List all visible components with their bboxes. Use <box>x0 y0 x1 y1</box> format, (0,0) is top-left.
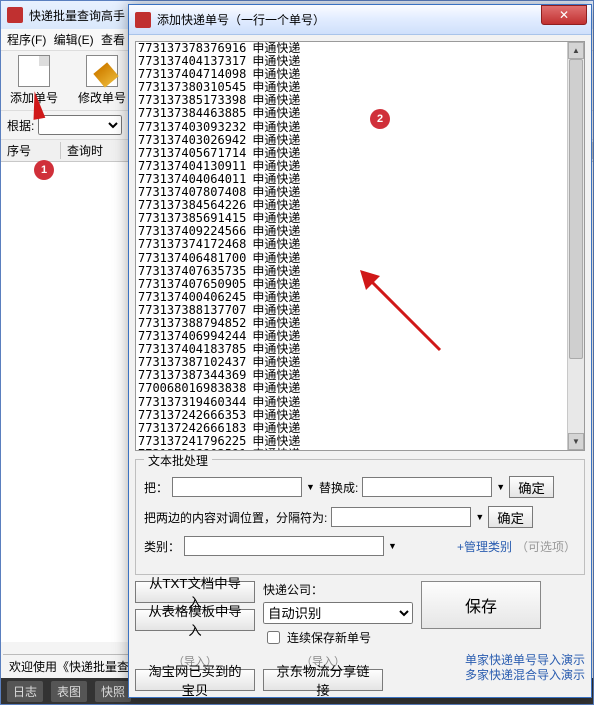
replace-from-input[interactable] <box>172 477 302 497</box>
chevron-down-icon[interactable]: ▼ <box>496 482 505 492</box>
keep-new-label: 连续保存新单号 <box>287 629 371 646</box>
dialog-title-text: 添加快递单号（一行一个单号） <box>157 11 325 28</box>
col-sequence[interactable]: 序号 <box>1 142 61 159</box>
import-buttons-column: 从TXT文档中导入 从表格模板中导入 <box>135 581 255 631</box>
list-item[interactable]: 773137407650905申通快递 <box>138 278 567 291</box>
dialog-titlebar[interactable]: 添加快递单号（一行一个单号） ✕ <box>129 5 591 35</box>
close-button[interactable]: ✕ <box>541 5 587 25</box>
list-item[interactable]: 773137374172468申通快递 <box>138 238 567 251</box>
scroll-thumb[interactable] <box>569 59 583 359</box>
list-item[interactable]: 773137266903591申通快递 <box>138 448 567 450</box>
filter-label: 根据: <box>7 117 34 134</box>
edit-number-button[interactable]: 修改单号 <box>75 55 129 106</box>
company-select[interactable]: 自动识别 <box>263 602 413 624</box>
lower-controls: 从TXT文档中导入 从表格模板中导入 快递公司： 自动识别 连续保存新单号 保存 <box>135 581 585 647</box>
list-item[interactable]: 773137241796225申通快递 <box>138 435 567 448</box>
replace-row: 把： ▼ 替换成: ▼ 确定 <box>144 476 576 498</box>
list-item[interactable]: 770068016983838申通快递 <box>138 382 567 395</box>
scroll-up-button[interactable]: ▲ <box>568 42 584 59</box>
tab-chart[interactable]: 表图 <box>51 681 87 702</box>
annotation-badge-1: 1 <box>34 160 54 180</box>
swap-confirm-button[interactable]: 确定 <box>488 506 533 528</box>
replace-from-label: 把： <box>144 479 168 496</box>
menu-view[interactable]: 查看 <box>101 33 125 47</box>
list-item[interactable]: 773137242666353申通快递 <box>138 409 567 422</box>
swap-delimiter-input[interactable] <box>331 507 471 527</box>
manage-category-link[interactable]: +管理类别 <box>457 538 512 555</box>
list-item[interactable]: 773137319460344申通快递 <box>138 396 567 409</box>
jd-import-button[interactable]: 京东物流分享链接 <box>263 669 383 691</box>
add-number-dialog: 添加快递单号（一行一个单号） ✕ 773137378376916申通快递7731… <box>128 4 592 698</box>
menu-program[interactable]: 程序(F) <box>7 33 46 47</box>
list-item[interactable]: 773137242666183申通快递 <box>138 422 567 435</box>
company-label: 快递公司： <box>263 581 323 598</box>
chevron-down-icon[interactable]: ▼ <box>306 482 315 492</box>
keep-new-row[interactable]: 连续保存新单号 <box>263 628 413 647</box>
number-list-content[interactable]: 773137378376916申通快递773137404137317申通快递77… <box>136 42 567 450</box>
keep-new-checkbox[interactable] <box>267 631 280 644</box>
tab-snapshot[interactable]: 快照 <box>95 681 131 702</box>
annotation-badge-2: 2 <box>370 109 390 129</box>
import-links-row: （导入） 淘宝网已买到的宝贝 （导入） 京东物流分享链接 单家快递单号导入演示 … <box>135 653 585 691</box>
app-icon <box>7 7 23 23</box>
list-item[interactable]: 773137388137707申通快递 <box>138 304 567 317</box>
replace-confirm-button[interactable]: 确定 <box>509 476 554 498</box>
list-item[interactable]: 773137405671714申通快递 <box>138 147 567 160</box>
category-row: 类别： ▼ +管理类别 （可选项） <box>144 536 576 556</box>
replace-to-input[interactable] <box>362 477 492 497</box>
edit-number-label: 修改单号 <box>78 89 126 106</box>
tab-log[interactable]: 日志 <box>7 681 43 702</box>
list-item[interactable]: 773137406481700申通快递 <box>138 252 567 265</box>
list-item[interactable]: 773137384463885申通快递 <box>138 107 567 120</box>
import-txt-button[interactable]: 从TXT文档中导入 <box>135 581 255 603</box>
chevron-down-icon[interactable]: ▼ <box>475 512 484 522</box>
company-column: 快递公司： 自动识别 连续保存新单号 <box>263 581 413 647</box>
main-window-title: 快递批量查询高手 <box>29 7 125 24</box>
text-batch-fieldset: 文本批处理 把： ▼ 替换成: ▼ 确定 把两边的内容对调位置，分隔符为: ▼ … <box>135 459 585 575</box>
save-button[interactable]: 保存 <box>421 581 541 629</box>
category-optional-text: （可选项） <box>516 538 576 555</box>
menu-edit[interactable]: 编辑(E) <box>54 33 94 47</box>
list-item[interactable]: 773137403093232申通快递 <box>138 121 567 134</box>
swap-label: 把两边的内容对调位置，分隔符为: <box>144 509 327 526</box>
scrollbar[interactable]: ▲ ▼ <box>567 42 584 450</box>
fieldset-legend: 文本批处理 <box>144 452 212 469</box>
close-icon: ✕ <box>559 8 569 22</box>
list-item[interactable]: 773137407635735申通快递 <box>138 265 567 278</box>
status-text: 欢迎使用《快递批量查 <box>9 658 129 675</box>
swap-row: 把两边的内容对调位置，分隔符为: ▼ 确定 <box>144 506 576 528</box>
filter-select[interactable] <box>38 115 122 135</box>
category-input[interactable] <box>184 536 384 556</box>
pencil-icon <box>86 55 118 87</box>
list-item[interactable]: 773137400406245申通快递 <box>138 291 567 304</box>
number-list: 773137378376916申通快递773137404137317申通快递77… <box>135 41 585 451</box>
scroll-down-button[interactable]: ▼ <box>568 433 584 450</box>
list-item[interactable]: 773137403026942申通快递 <box>138 134 567 147</box>
import-xls-button[interactable]: 从表格模板中导入 <box>135 609 255 631</box>
demo-multi-link[interactable]: 多家快递混合导入演示 <box>465 668 585 683</box>
category-label: 类别： <box>144 538 180 555</box>
demo-single-link[interactable]: 单家快递单号导入演示 <box>465 653 585 668</box>
taobao-import-button[interactable]: 淘宝网已买到的宝贝 <box>135 669 255 691</box>
list-item[interactable]: 773137404130911申通快递 <box>138 160 567 173</box>
page-icon <box>18 55 50 87</box>
dialog-icon <box>135 12 151 28</box>
replace-to-label: 替换成: <box>319 479 358 496</box>
scroll-track[interactable] <box>568 59 584 433</box>
chevron-down-icon[interactable]: ▼ <box>388 541 397 551</box>
dialog-body: 773137378376916申通快递773137404137317申通快递77… <box>129 35 591 697</box>
